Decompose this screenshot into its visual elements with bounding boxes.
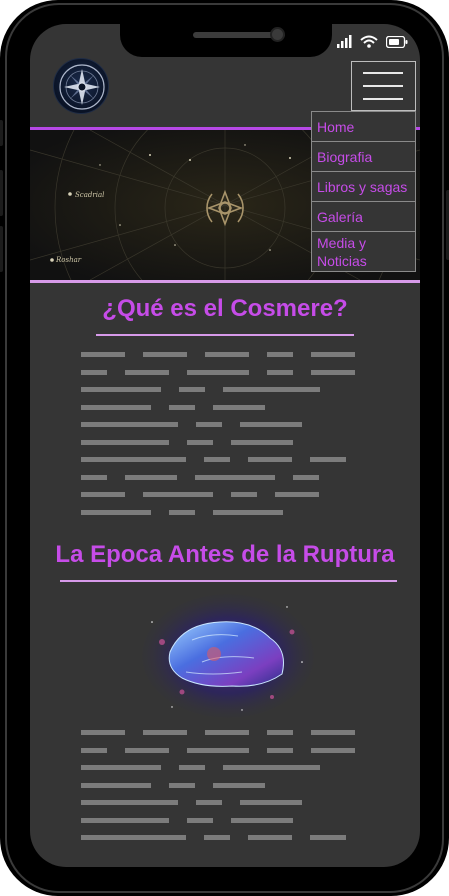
nav-item-galeria[interactable]: Galería: [312, 202, 415, 232]
side-button: [0, 120, 3, 146]
placeholder-paragraph: [81, 352, 355, 527]
map-label: Roshar: [56, 256, 82, 264]
signal-icon: [337, 35, 352, 48]
phone-frame: Scadrial Roshar Home Biografia Libros y …: [0, 0, 449, 896]
hamburger-line: [363, 98, 403, 100]
status-bar: [337, 35, 408, 48]
section-title: La Epoca Antes de la Ruptura: [55, 541, 395, 568]
nav-item-libros[interactable]: Libros y sagas: [312, 172, 415, 202]
cosmere-logo-icon: [59, 64, 105, 110]
phone-notch: [120, 24, 332, 57]
gemheart-image: [142, 592, 314, 720]
front-camera: [270, 27, 285, 42]
map-label: Scadrial: [75, 191, 105, 199]
nav-item-biografia[interactable]: Biografia: [312, 142, 415, 172]
placeholder-paragraph: [81, 730, 355, 853]
nav-item-media[interactable]: Media y Noticias: [312, 232, 415, 271]
battery-icon: [386, 35, 408, 48]
site-logo[interactable]: [53, 58, 109, 114]
gemheart-icon: [142, 594, 314, 718]
hamburger-menu-button[interactable]: [351, 61, 416, 111]
app-screen: Scadrial Roshar Home Biografia Libros y …: [30, 24, 420, 867]
section-title: ¿Qué es el Cosmere?: [102, 295, 348, 322]
side-button: [0, 170, 3, 216]
nav-dropdown-menu: Home Biografia Libros y sagas Galería Me…: [311, 111, 416, 272]
title-underline: [60, 580, 397, 582]
hamburger-line: [363, 72, 403, 74]
title-underline: [96, 334, 354, 336]
side-button: [0, 226, 3, 272]
hamburger-line: [363, 85, 403, 87]
nav-item-home[interactable]: Home: [312, 112, 415, 142]
wifi-icon: [360, 35, 378, 48]
